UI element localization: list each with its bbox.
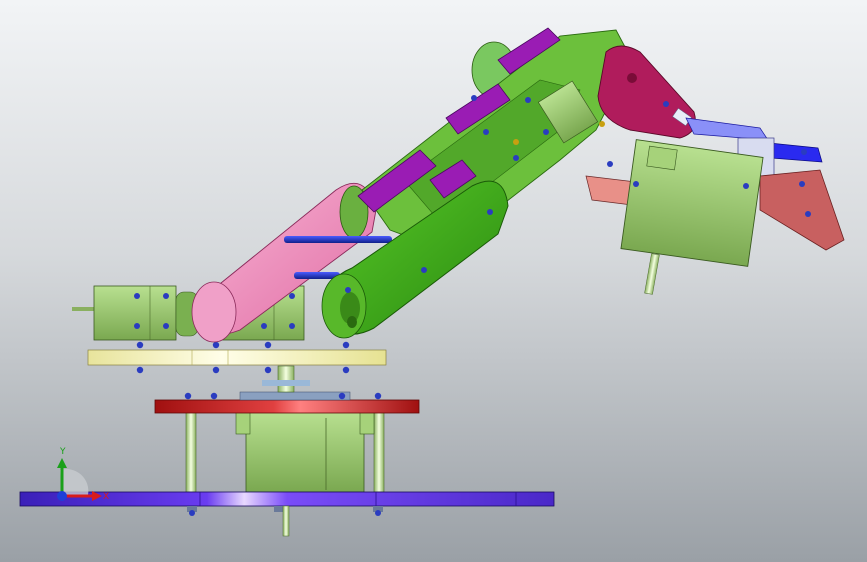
x-axis-label: X	[103, 492, 109, 502]
turntable-plate	[154, 399, 420, 414]
upper-plate	[87, 349, 387, 366]
base-plate	[19, 491, 555, 507]
z-axis-dot	[57, 491, 67, 501]
cad-viewport[interactable]: Y X	[0, 0, 867, 562]
standoff-rod-right	[373, 409, 385, 493]
base-shaft	[282, 505, 290, 537]
y-axis-label: Y	[59, 447, 66, 457]
robot-arm-model-view: Y X	[0, 0, 867, 562]
base-servo-motor	[245, 411, 365, 493]
standoff-rod-left	[185, 409, 197, 493]
gripper-servo	[620, 139, 764, 267]
